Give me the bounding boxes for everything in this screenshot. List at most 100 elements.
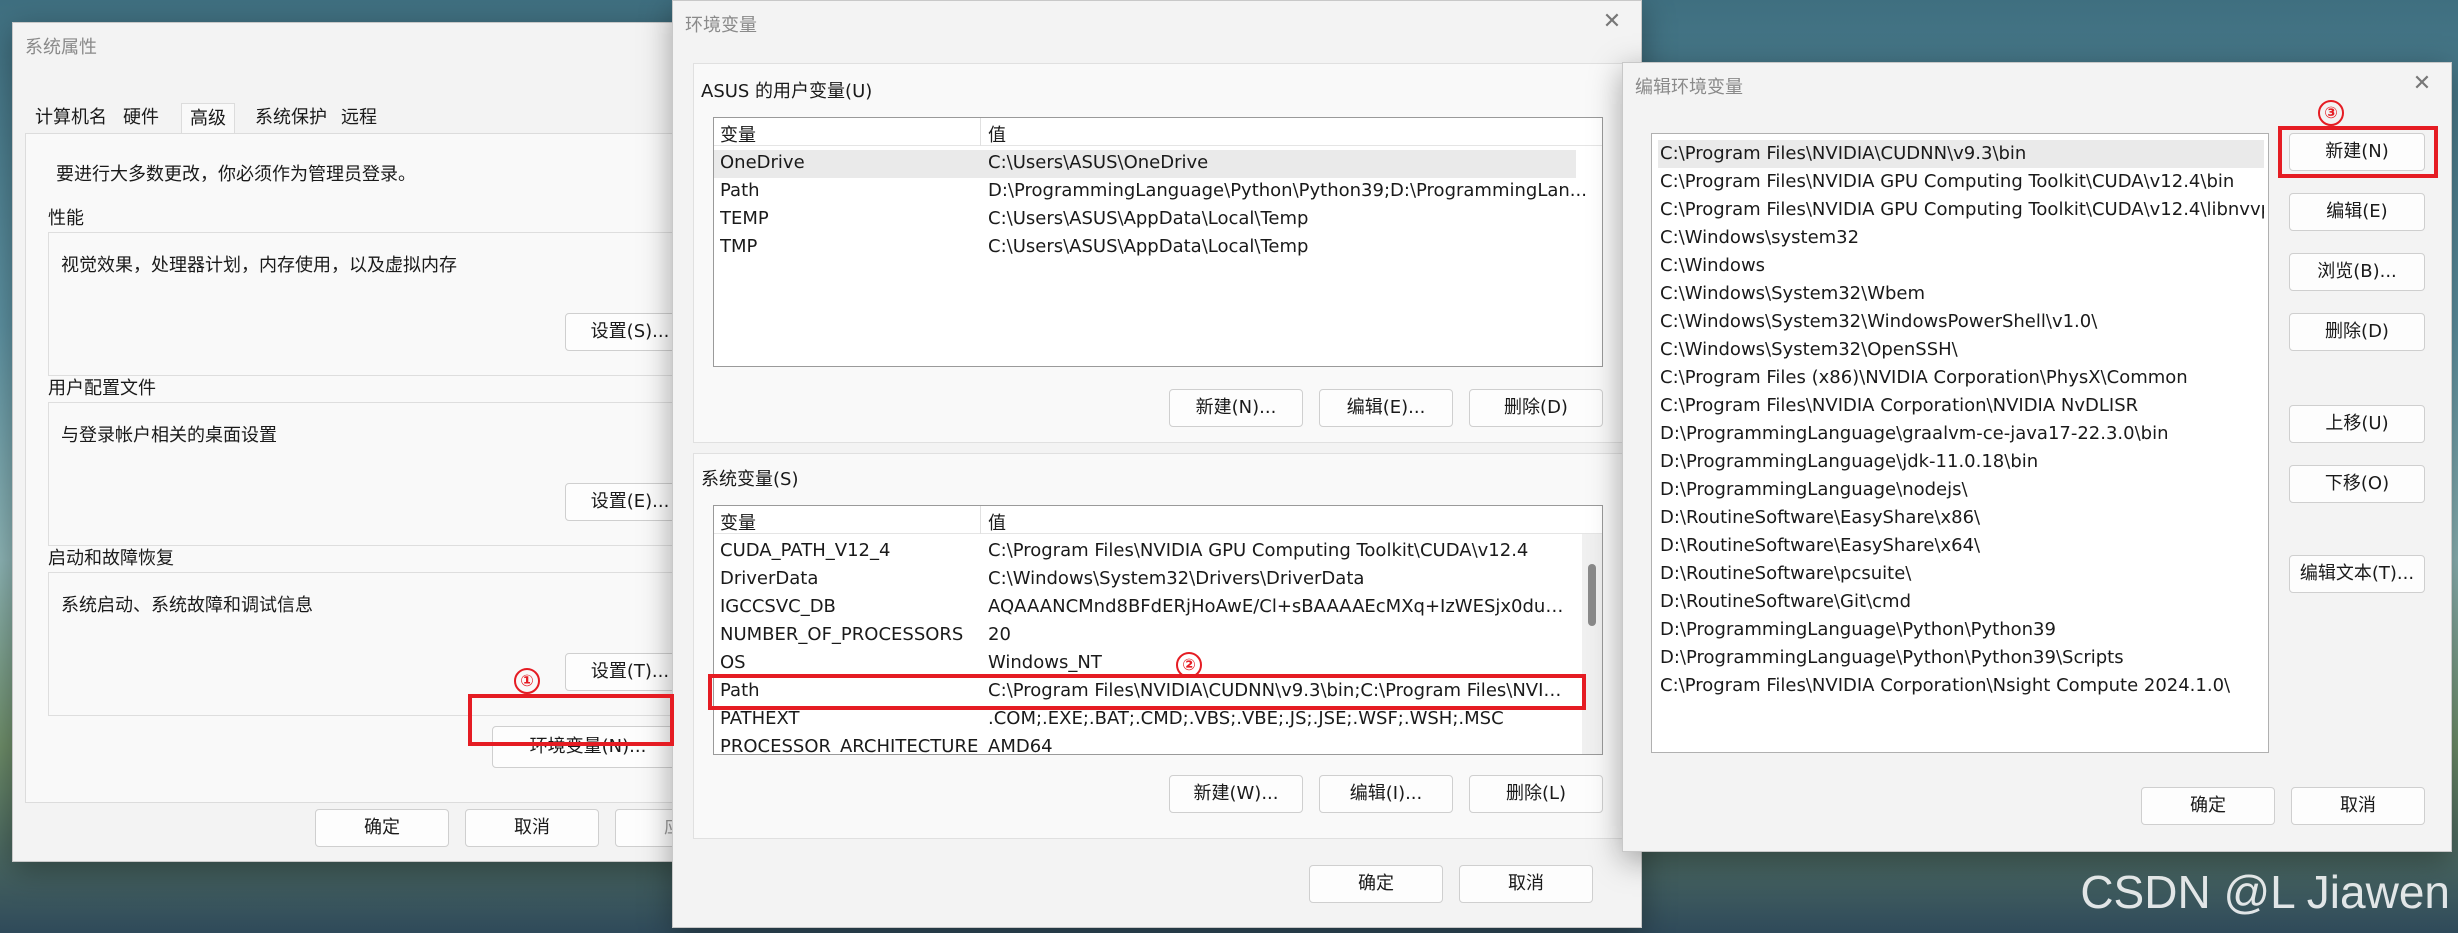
column-header-variable[interactable]: 变量 xyxy=(720,121,756,147)
tab-computer-name[interactable]: 计算机名 xyxy=(27,103,115,133)
user-new-button[interactable]: 新建(N)... xyxy=(1169,389,1303,427)
user-vars-list[interactable]: 变量 值 OneDrive C:\Users\ASUS\OneDrive Pat… xyxy=(713,117,1603,367)
browse-button[interactable]: 浏览(B)... xyxy=(2289,253,2425,291)
column-header-value[interactable]: 值 xyxy=(988,509,1006,535)
path-list[interactable]: C:\Program Files\NVIDIA\CUDNN\v9.3\bin C… xyxy=(1651,133,2269,753)
list-item[interactable]: C:\Windows\System32\WindowsPowerShell\v1… xyxy=(1658,308,2264,336)
var-value: C:\Users\ASUS\AppData\Local\Temp xyxy=(988,236,1309,257)
column-header-variable[interactable]: 变量 xyxy=(720,509,756,535)
list-item[interactable]: C:\Windows\system32 xyxy=(1658,224,2264,252)
marker-three: ③ xyxy=(2318,100,2344,126)
table-row[interactable]: PATHEXT .COM;.EXE;.BAT;.CMD;.VBS;.VBE;.J… xyxy=(714,706,1602,734)
tab-remote[interactable]: 远程 xyxy=(333,103,385,133)
column-header-value[interactable]: 值 xyxy=(988,121,1006,147)
system-vars-list[interactable]: 变量 值 CUDA_PATH_V12_4 C:\Program Files\NV… xyxy=(713,505,1603,755)
table-row[interactable]: OneDrive C:\Users\ASUS\OneDrive xyxy=(714,150,1576,178)
list-item[interactable]: D:\RoutineSoftware\EasyShare\x86\ xyxy=(1658,504,2264,532)
close-icon[interactable]: ✕ xyxy=(2407,69,2437,99)
highlight-env-button xyxy=(468,694,674,746)
scrollbar-thumb[interactable] xyxy=(1588,564,1596,626)
var-name: OneDrive xyxy=(720,152,805,173)
column-divider xyxy=(980,118,981,146)
move-down-button[interactable]: 下移(O) xyxy=(2289,465,2425,503)
profile-group-title: 用户配置文件 xyxy=(48,378,156,399)
var-name: CUDA_PATH_V12_4 xyxy=(720,540,891,561)
list-item[interactable]: C:\Windows\System32\Wbem xyxy=(1658,280,2264,308)
profile-desc: 与登录帐户相关的桌面设置 xyxy=(61,425,277,446)
cancel-button[interactable]: 取消 xyxy=(465,809,599,847)
var-name: PATHEXT xyxy=(720,708,800,729)
system-delete-button[interactable]: 删除(L) xyxy=(1469,775,1603,813)
close-icon[interactable]: ✕ xyxy=(1597,7,1627,37)
move-up-button[interactable]: 上移(U) xyxy=(2289,405,2425,443)
table-row[interactable]: IGCCSVC_DB AQAAANCMnd8BFdERjHoAwE/Cl+sBA… xyxy=(714,594,1602,622)
list-item[interactable]: C:\Program Files\NVIDIA Corporation\NVID… xyxy=(1658,392,2264,420)
table-row[interactable]: TEMP C:\Users\ASUS\AppData\Local\Temp xyxy=(714,206,1602,234)
system-new-button[interactable]: 新建(W)... xyxy=(1169,775,1303,813)
var-value: Windows_NT xyxy=(988,652,1102,673)
list-item[interactable]: C:\Program Files (x86)\NVIDIA Corporatio… xyxy=(1658,364,2264,392)
window-title: 编辑环境变量 xyxy=(1635,77,1743,98)
var-name: OS xyxy=(720,652,746,673)
edit-text-button[interactable]: 编辑文本(T)... xyxy=(2289,555,2425,593)
list-item[interactable]: C:\Program Files\NVIDIA GPU Computing To… xyxy=(1658,168,2264,196)
environment-variables-window: 环境变量 ✕ ASUS 的用户变量(U) 变量 值 OneDrive C:\Us… xyxy=(672,0,1642,928)
list-item[interactable]: D:\ProgrammingLanguage\graalvm-ce-java17… xyxy=(1658,420,2264,448)
tab-advanced[interactable]: 高级 xyxy=(181,103,235,133)
user-vars-group-title: ASUS 的用户变量(U) xyxy=(701,81,873,102)
list-item[interactable]: D:\ProgrammingLanguage\Python\Python39 xyxy=(1658,616,2264,644)
window-title: 环境变量 xyxy=(685,15,757,36)
var-name: Path xyxy=(720,180,760,201)
list-item[interactable]: D:\ProgrammingLanguage\jdk-11.0.18\bin xyxy=(1658,448,2264,476)
list-item[interactable]: C:\Windows\System32\OpenSSH\ xyxy=(1658,336,2264,364)
list-item[interactable]: C:\Program Files\NVIDIA Corporation\Nsig… xyxy=(1658,672,2264,700)
user-delete-button[interactable]: 删除(D) xyxy=(1469,389,1603,427)
list-item[interactable]: D:\RoutineSoftware\Git\cmd xyxy=(1658,588,2264,616)
cancel-button[interactable]: 取消 xyxy=(1459,865,1593,903)
var-name: NUMBER_OF_PROCESSORS xyxy=(720,624,964,645)
var-value: AQAAANCMnd8BFdERjHoAwE/Cl+sBAAAAEcMXq+Iz… xyxy=(988,596,1568,617)
list-header: 变量 值 xyxy=(714,506,1602,534)
profile-group: 与登录帐户相关的桌面设置 设置(E)... xyxy=(48,402,695,546)
tab-hardware[interactable]: 硬件 xyxy=(115,103,167,133)
vertical-scrollbar[interactable] xyxy=(1582,534,1602,754)
table-row[interactable]: PROCESSOR_ARCHITECTURE AMD64 xyxy=(714,734,1602,755)
var-value: AMD64 xyxy=(988,736,1053,755)
list-header: 变量 值 xyxy=(714,118,1602,146)
edit-path-button[interactable]: 编辑(E) xyxy=(2289,193,2425,231)
list-item[interactable]: D:\RoutineSoftware\pcsuite\ xyxy=(1658,560,2264,588)
var-name: TMP xyxy=(720,236,758,257)
edit-environment-variable-window: 编辑环境变量 ✕ C:\Program Files\NVIDIA\CUDNN\v… xyxy=(1622,62,2452,852)
list-item[interactable]: D:\ProgrammingLanguage\Python\Python39\S… xyxy=(1658,644,2264,672)
list-item[interactable]: D:\ProgrammingLanguage\nodejs\ xyxy=(1658,476,2264,504)
list-item[interactable]: D:\RoutineSoftware\EasyShare\x64\ xyxy=(1658,532,2264,560)
list-item[interactable]: C:\Program Files\NVIDIA\CUDNN\v9.3\bin xyxy=(1658,140,2264,168)
startup-group-title: 启动和故障恢复 xyxy=(48,548,174,569)
var-name: IGCCSVC_DB xyxy=(720,596,836,617)
tab-system-protection[interactable]: 系统保护 xyxy=(247,103,335,133)
system-edit-button[interactable]: 编辑(I)... xyxy=(1319,775,1453,813)
watermark: CSDN @L Jiawen xyxy=(2080,866,2450,918)
user-edit-button[interactable]: 编辑(E)... xyxy=(1319,389,1453,427)
table-row[interactable]: DriverData C:\Windows\System32\Drivers\D… xyxy=(714,566,1602,594)
table-row[interactable]: Path D:\ProgrammingLanguage\Python\Pytho… xyxy=(714,178,1602,206)
column-divider xyxy=(980,506,981,534)
table-row[interactable]: NUMBER_OF_PROCESSORS 20 xyxy=(714,622,1602,650)
marker-one: ① xyxy=(514,668,540,694)
window-title: 系统属性 xyxy=(25,37,97,58)
var-value: 20 xyxy=(988,624,1011,645)
ok-button[interactable]: 确定 xyxy=(1309,865,1443,903)
ok-button[interactable]: 确定 xyxy=(315,809,449,847)
list-item[interactable]: C:\Program Files\NVIDIA GPU Computing To… xyxy=(1658,196,2264,224)
table-row[interactable]: TMP C:\Users\ASUS\AppData\Local\Temp xyxy=(714,234,1602,262)
var-name: PROCESSOR_ARCHITECTURE xyxy=(720,736,979,755)
highlight-new-button xyxy=(2278,126,2438,178)
performance-group-title: 性能 xyxy=(48,208,84,229)
var-value: C:\Windows\System32\Drivers\DriverData xyxy=(988,568,1365,589)
list-item[interactable]: C:\Windows xyxy=(1658,252,2264,280)
table-row[interactable]: CUDA_PATH_V12_4 C:\Program Files\NVIDIA … xyxy=(714,538,1602,566)
ok-button[interactable]: 确定 xyxy=(2141,787,2275,825)
delete-path-button[interactable]: 删除(D) xyxy=(2289,313,2425,351)
cancel-button[interactable]: 取消 xyxy=(2291,787,2425,825)
performance-group: 视觉效果，处理器计划，内存使用，以及虚拟内存 设置(S)... xyxy=(48,232,695,376)
